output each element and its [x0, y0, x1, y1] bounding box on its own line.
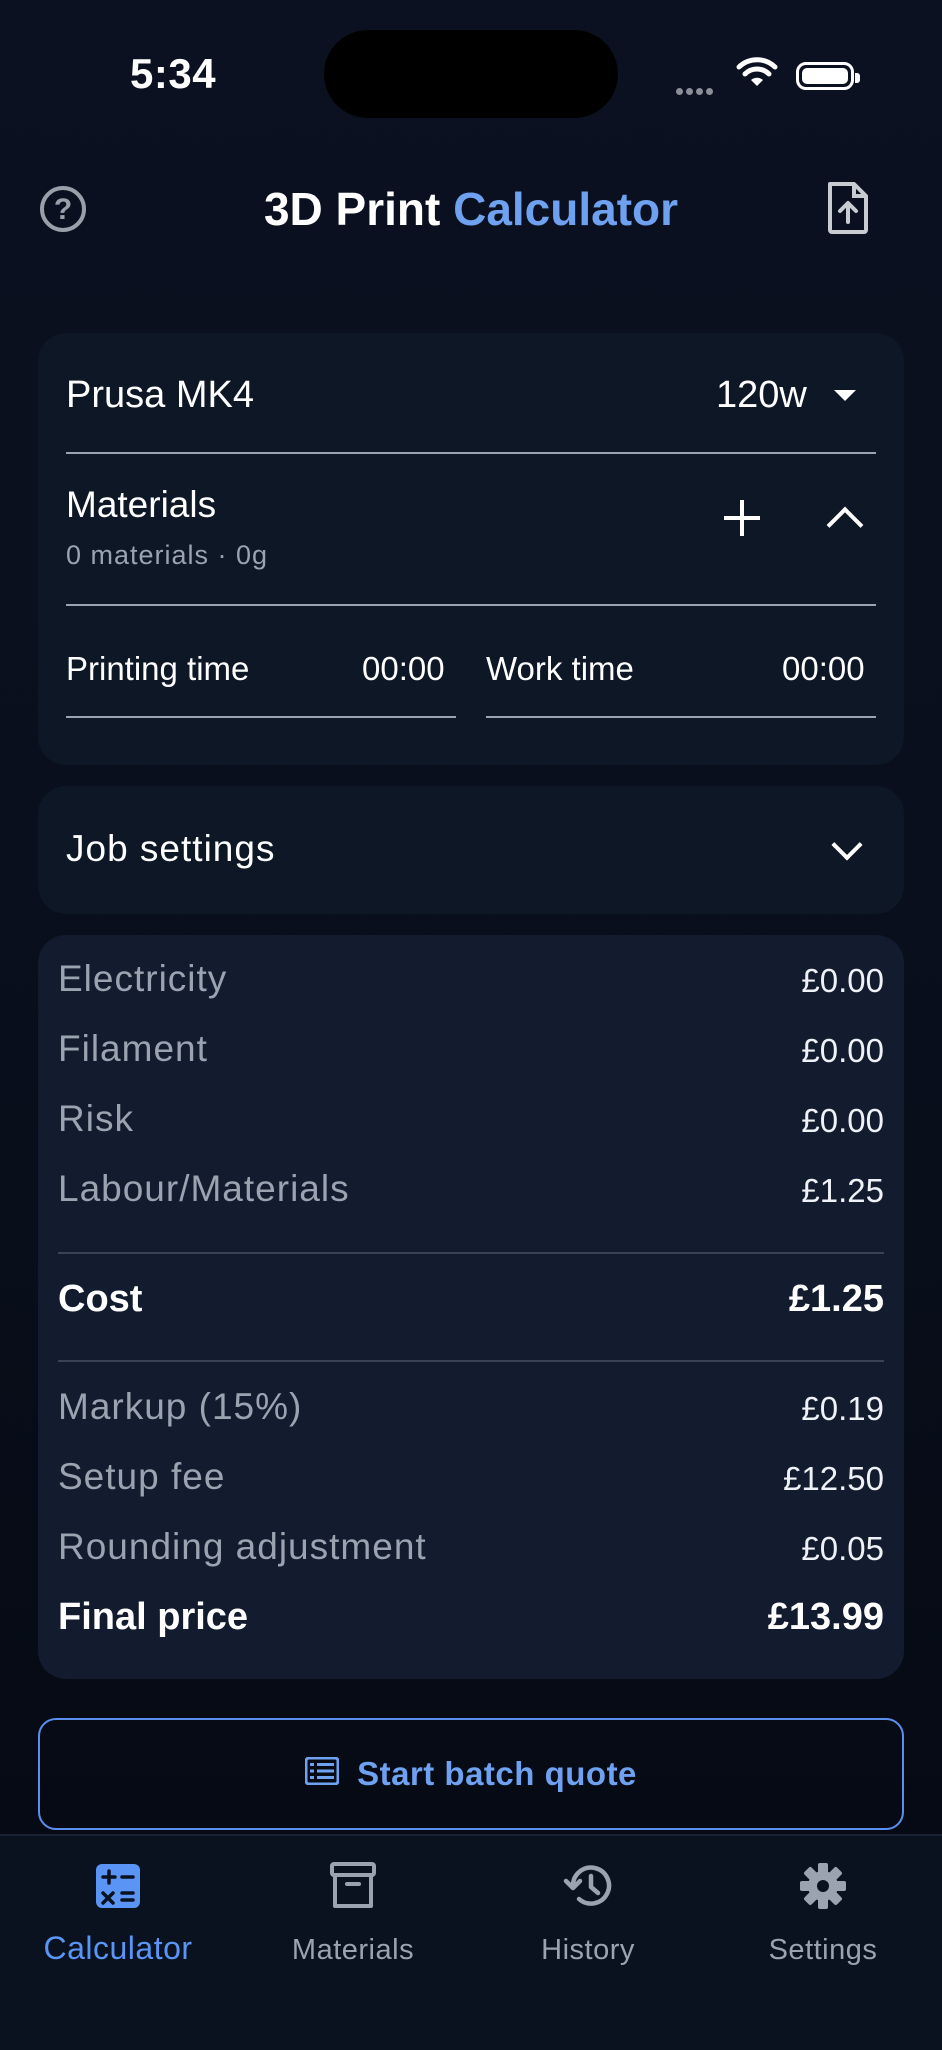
list-icon [304, 1755, 340, 1793]
divider [66, 604, 876, 606]
gear-icon [723, 1856, 923, 1916]
materials-summary: 0 materials · 0g [66, 540, 269, 570]
archive-icon [253, 1856, 453, 1916]
printing-time-field[interactable]: 00:00 [362, 650, 445, 688]
battery-icon [796, 62, 860, 90]
work-time-underline [486, 716, 876, 718]
tab-label: Calculator [43, 1930, 193, 1966]
add-material-icon[interactable] [722, 498, 762, 538]
cost-row-value: £0.00 [801, 962, 884, 999]
cost-row-value: £0.00 [801, 1032, 884, 1069]
work-time-field[interactable]: 00:00 [782, 650, 865, 688]
status-time: 5:34 [130, 50, 217, 97]
cost-row-label: Electricity [58, 958, 228, 999]
title-main: 3D Print [263, 183, 441, 235]
page-title: 3D Print Calculator [0, 182, 942, 236]
cost-total-value: £1.25 [788, 1278, 884, 1320]
printing-time-underline [66, 716, 456, 718]
divider [66, 452, 876, 454]
signal-dots-icon [676, 82, 720, 95]
extra-row-label: Setup fee [58, 1456, 226, 1497]
wifi-icon [736, 56, 778, 95]
extra-row-label: Rounding adjustment [58, 1526, 427, 1567]
tab-history[interactable]: History [488, 1856, 688, 1967]
cost-row-label: Risk [58, 1098, 134, 1139]
cost-row-label: Filament [58, 1028, 208, 1069]
divider [58, 1360, 884, 1362]
job-settings-label[interactable]: Job settings [66, 828, 275, 870]
final-price-value: £13.99 [767, 1596, 884, 1638]
printing-time-label: Printing time [66, 650, 250, 687]
printer-select[interactable]: Prusa MK4 [66, 374, 254, 417]
calculator-icon [18, 1856, 218, 1916]
batch-button-label: Start batch quote [357, 1755, 637, 1792]
cost-total-label: Cost [58, 1278, 143, 1320]
extra-row-label: Markup (15%) [58, 1386, 303, 1427]
materials-title: Materials [66, 484, 217, 525]
extra-row-value: £0.19 [801, 1390, 884, 1427]
dynamic-island [324, 30, 618, 118]
power-value[interactable]: 120w [716, 374, 807, 417]
title-accent: Calculator [453, 183, 679, 235]
final-price-label: Final price [58, 1596, 249, 1638]
dropdown-caret-icon[interactable] [834, 390, 856, 401]
tab-materials[interactable]: Materials [253, 1856, 453, 1967]
tab-settings[interactable]: Settings [723, 1856, 923, 1967]
tab-bar: Calculator Materials History Settings [0, 1834, 942, 2050]
extra-row-value: £12.50 [783, 1460, 884, 1497]
export-file-icon[interactable] [826, 182, 870, 239]
cost-row-label: Labour/Materials [58, 1168, 350, 1209]
tab-label: Materials [291, 1934, 415, 1966]
tab-label: History [541, 1934, 635, 1966]
cost-row-value: £1.25 [801, 1172, 884, 1209]
tab-label: Settings [768, 1934, 878, 1966]
extra-row-value: £0.05 [801, 1530, 884, 1567]
history-icon [488, 1856, 688, 1916]
work-time-label: Work time [486, 650, 634, 687]
tab-calculator[interactable]: Calculator [18, 1856, 218, 1967]
start-batch-quote-button[interactable]: Start batch quote [38, 1718, 904, 1830]
divider [58, 1252, 884, 1254]
cost-row-value: £0.00 [801, 1102, 884, 1139]
